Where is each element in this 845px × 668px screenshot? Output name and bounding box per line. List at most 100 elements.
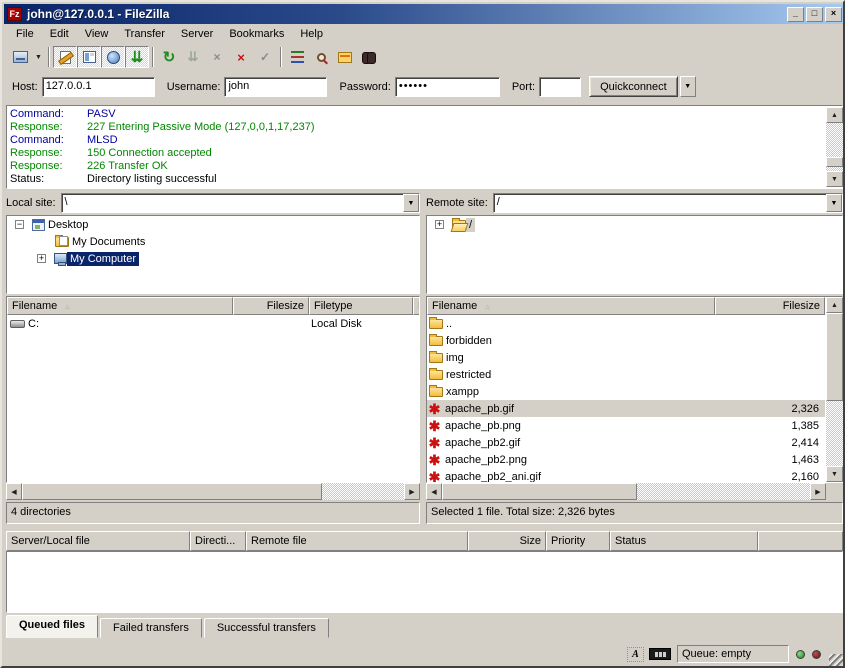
- scroll-left-button[interactable]: ◀: [6, 483, 22, 500]
- host-input[interactable]: 127.0.0.1: [42, 77, 155, 97]
- file-name: ..: [443, 318, 452, 330]
- expand-icon[interactable]: +: [435, 220, 444, 229]
- file-name: forbidden: [443, 335, 492, 347]
- tab-successful-transfers[interactable]: Successful transfers: [204, 618, 329, 638]
- column-filename[interactable]: Filename▵: [7, 297, 233, 315]
- column-filetype[interactable]: Filetype: [309, 297, 413, 315]
- menu-transfer[interactable]: Transfer: [116, 25, 173, 43]
- file-row[interactable]: img: [427, 349, 825, 366]
- menu-server[interactable]: Server: [173, 25, 221, 43]
- tree-item-my-documents[interactable]: My Documents: [7, 233, 419, 250]
- scrollbar-track[interactable]: [442, 483, 810, 500]
- file-row[interactable]: ✱apache_pb.png1,385: [427, 417, 825, 434]
- column-direction[interactable]: Directi...: [190, 531, 246, 551]
- remote-tree-icon: [107, 51, 120, 64]
- message-log: Command:PASV Response:227 Entering Passi…: [6, 105, 843, 189]
- file-row[interactable]: ✱apache_pb2.gif2,414: [427, 434, 825, 451]
- password-input[interactable]: ••••••: [395, 77, 500, 97]
- tab-queued-files[interactable]: Queued files: [6, 615, 98, 638]
- expand-icon[interactable]: +: [37, 254, 46, 263]
- menu-view[interactable]: View: [77, 25, 117, 43]
- sync-browsing-button[interactable]: [333, 46, 357, 68]
- remote-file-list: Filename▵ Filesize .. forbidden img rest…: [426, 296, 843, 483]
- collapse-icon[interactable]: −: [15, 220, 24, 229]
- file-row[interactable]: ..: [427, 315, 825, 332]
- toggle-queue-button[interactable]: ⇊: [125, 46, 149, 68]
- resize-grip[interactable]: [829, 654, 843, 668]
- scrollbar-track[interactable]: [826, 123, 843, 171]
- remote-hscrollbar[interactable]: ◀ ▶: [426, 483, 826, 500]
- file-row[interactable]: restricted: [427, 366, 825, 383]
- scrollbar-thumb[interactable]: [826, 313, 843, 401]
- scroll-down-button[interactable]: ▼: [826, 171, 843, 187]
- toggle-local-tree-button[interactable]: [77, 46, 101, 68]
- tree-item-root[interactable]: + /: [427, 216, 842, 233]
- site-manager-button[interactable]: [8, 46, 32, 68]
- sort-ascending-icon: ▵: [65, 301, 70, 312]
- title-bar[interactable]: Fz john@127.0.0.1 - FileZilla _ □ ×: [4, 4, 845, 24]
- column-remote-file[interactable]: Remote file: [246, 531, 468, 551]
- column-filesize[interactable]: Filesize: [715, 297, 825, 315]
- column-server-local-file[interactable]: Server/Local file: [6, 531, 190, 551]
- refresh-button[interactable]: ↻: [157, 46, 181, 68]
- tree-item-desktop[interactable]: − Desktop: [7, 216, 419, 233]
- file-row[interactable]: forbidden: [427, 332, 825, 349]
- column-filename[interactable]: Filename▵: [427, 297, 715, 315]
- minimize-button[interactable]: _: [787, 7, 804, 22]
- filter-button[interactable]: [285, 46, 309, 68]
- scrollbar-thumb[interactable]: [22, 483, 322, 500]
- username-input[interactable]: john: [224, 77, 327, 97]
- toggle-remote-tree-button[interactable]: [101, 46, 125, 68]
- find-files-button[interactable]: [357, 46, 381, 68]
- file-row[interactable]: C: Local Disk: [7, 315, 419, 332]
- port-label: Port:: [512, 81, 535, 93]
- scroll-right-button[interactable]: ▶: [810, 483, 826, 500]
- column-status[interactable]: Status: [610, 531, 758, 551]
- disconnect-button[interactable]: ×: [229, 46, 253, 68]
- reconnect-button[interactable]: ✓: [253, 46, 277, 68]
- tab-failed-transfers[interactable]: Failed transfers: [100, 618, 202, 638]
- quickconnect-button[interactable]: Quickconnect: [589, 76, 678, 97]
- menu-bookmarks[interactable]: Bookmarks: [221, 25, 292, 43]
- process-queue-button[interactable]: ⇊: [181, 46, 205, 68]
- menu-file[interactable]: File: [8, 25, 42, 43]
- file-row-selected[interactable]: ✱apache_pb.gif2,326: [427, 400, 825, 417]
- compare-button[interactable]: [309, 46, 333, 68]
- file-row[interactable]: ✱apache_pb2_ani.gif2,160: [427, 468, 825, 483]
- my-documents-icon: [55, 237, 69, 247]
- scroll-right-button[interactable]: ▶: [404, 483, 420, 500]
- local-site-dropdown[interactable]: ▼: [403, 194, 419, 212]
- scroll-up-button[interactable]: ▲: [826, 107, 843, 123]
- remote-vscrollbar[interactable]: ▲ ▼: [826, 297, 843, 482]
- port-input[interactable]: [539, 77, 581, 97]
- column-last-modified[interactable]: L: [413, 297, 420, 315]
- local-hscrollbar[interactable]: ◀ ▶: [6, 483, 420, 500]
- remote-site-combo[interactable]: / ▼: [493, 193, 843, 213]
- file-row[interactable]: xampp: [427, 383, 825, 400]
- scrollbar-thumb[interactable]: [442, 483, 637, 500]
- quickconnect-dropdown[interactable]: ▼: [680, 76, 696, 97]
- site-manager-dropdown[interactable]: ▼: [32, 46, 45, 68]
- cancel-button[interactable]: ×: [205, 46, 229, 68]
- scrollbar-track[interactable]: [22, 483, 404, 500]
- scrollbar-track[interactable]: [826, 313, 843, 466]
- column-size[interactable]: Size: [468, 531, 546, 551]
- remote-site-dropdown[interactable]: ▼: [826, 194, 842, 212]
- menu-help[interactable]: Help: [292, 25, 331, 43]
- scrollbar-thumb[interactable]: [826, 157, 843, 167]
- column-filesize[interactable]: Filesize: [233, 297, 309, 315]
- scroll-left-button[interactable]: ◀: [426, 483, 442, 500]
- toggle-log-button[interactable]: [53, 46, 77, 68]
- menu-edit[interactable]: Edit: [42, 25, 77, 43]
- file-row[interactable]: ✱apache_pb2.png1,463: [427, 451, 825, 468]
- column-priority[interactable]: Priority: [546, 531, 610, 551]
- scroll-down-button[interactable]: ▼: [826, 466, 843, 482]
- local-site-combo[interactable]: \ ▼: [61, 193, 420, 213]
- log-scrollbar[interactable]: ▲ ▼: [826, 107, 843, 187]
- close-button[interactable]: ×: [825, 7, 842, 22]
- tree-item-my-computer[interactable]: + My Computer: [7, 250, 419, 267]
- maximize-button[interactable]: □: [806, 7, 823, 22]
- scroll-up-button[interactable]: ▲: [826, 297, 843, 313]
- speed-limit-icon[interactable]: [649, 648, 671, 660]
- transfer-type-icon[interactable]: A: [627, 647, 644, 662]
